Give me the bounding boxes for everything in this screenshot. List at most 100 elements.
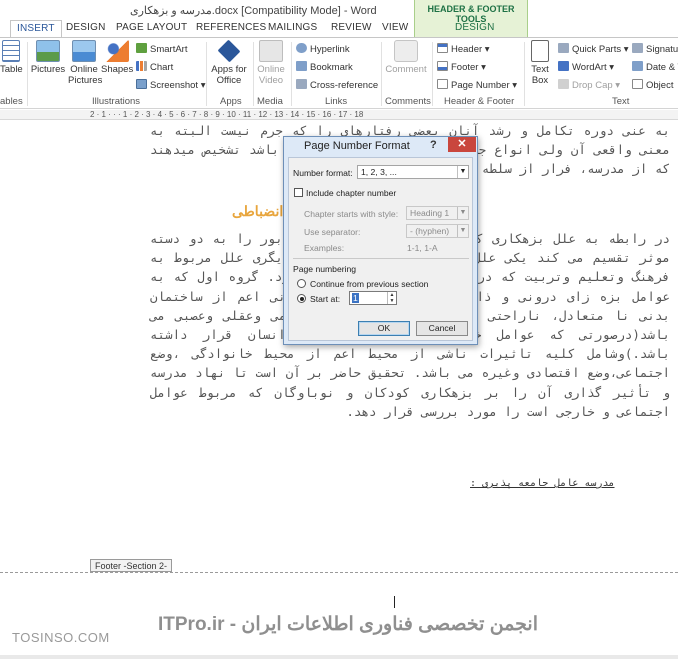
footer-label: Footer (451, 62, 479, 73)
signature-icon (632, 43, 643, 53)
page-number-format-dialog: Page Number Format ? ✕ Number format: 1,… (283, 136, 478, 345)
text-box-icon (531, 40, 549, 62)
header-button[interactable]: Header ▾ (437, 43, 490, 55)
chart-button[interactable]: Chart (136, 61, 173, 73)
cross-reference-button[interactable]: Cross-reference (296, 79, 378, 91)
date-time-button[interactable]: Date & T (632, 61, 678, 73)
window-title: مدرسه و بزهکاری.docx [Compatibility Mode… (130, 5, 377, 17)
smartart-button[interactable]: SmartArt (136, 43, 187, 55)
quick-parts-button[interactable]: Quick Parts ▾ (558, 43, 629, 55)
chapter-style-select[interactable]: Heading 1 ▼ (406, 206, 469, 220)
spinner-arrows-icon[interactable]: ▲ ▼ (387, 292, 396, 304)
tab-references[interactable]: REFERENCES (196, 22, 266, 33)
separator-value: - (hyphen) (410, 226, 450, 236)
cancel-button[interactable]: Cancel (416, 321, 468, 336)
page-numbering-label: Page numbering (293, 264, 357, 274)
online-pictures-button[interactable]: Online Pictures (68, 40, 103, 86)
horizontal-ruler[interactable]: 2 · 1 · · · 1 · 2 · 3 · 4 · 5 · 6 · 7 · … (0, 110, 678, 120)
shapes-label: Shapes (101, 64, 134, 75)
chevron-down-icon: ▼ (457, 166, 468, 178)
signature-button[interactable]: Signatu (632, 43, 678, 55)
drop-cap-button[interactable]: Drop Cap ▾ (558, 79, 620, 91)
drop-cap-icon (558, 79, 569, 89)
apps-label: Apps for Office (211, 64, 247, 86)
ribbon: Table ables Pictures Online Pictures Sha… (0, 37, 678, 109)
examples-value: 1-1, 1-A (407, 243, 438, 253)
examples-label: Examples: (304, 243, 345, 253)
pictures-button[interactable]: Pictures (30, 40, 66, 75)
help-icon[interactable]: ? (430, 139, 437, 151)
include-chapter-checkbox[interactable] (294, 188, 303, 197)
text-box-button[interactable]: Text Box (526, 40, 554, 86)
online-pictures-label: Online Pictures (68, 64, 103, 86)
wordart-button[interactable]: WordArt ▾ (558, 61, 614, 73)
table-button[interactable]: Table (0, 40, 23, 75)
header-footer-group-label: Header & Footer (444, 96, 515, 107)
watermark-itpro: ITPro.ir - انجمن تخصصی فناوری اطلاعات ای… (158, 614, 539, 635)
continue-label: Continue from previous section (310, 279, 429, 289)
bookmark-button[interactable]: Bookmark (296, 61, 353, 73)
start-at-radio[interactable] (297, 294, 306, 303)
online-video-label: Online Video (257, 64, 285, 86)
hyperlink-label: Hyperlink (310, 44, 350, 55)
ok-button[interactable]: OK (358, 321, 410, 336)
quick-parts-icon (558, 43, 569, 53)
start-at-value: 1 (352, 293, 359, 303)
wordart-label: WordArt (572, 62, 607, 73)
start-at-input[interactable]: 1 ▲ ▼ (349, 291, 397, 305)
shapes-button[interactable]: Shapes (101, 40, 133, 75)
tab-view[interactable]: VIEW (382, 22, 408, 33)
table-icon (2, 40, 20, 62)
object-icon (632, 79, 643, 89)
tab-mailings[interactable]: MAILINGS (268, 22, 317, 33)
cross-reference-icon (296, 79, 307, 89)
chart-icon (136, 61, 147, 71)
use-separator-label: Use separator: (304, 227, 361, 237)
comment-button[interactable]: Comment (384, 40, 428, 75)
drop-cap-label: Drop Cap (572, 80, 613, 91)
tab-insert[interactable]: INSERT (10, 20, 62, 38)
ribbon-tabs: INSERT DESIGN PAGE LAYOUT REFERENCES MAI… (0, 20, 678, 38)
apps-icon (217, 39, 241, 63)
page-number-label: Page Number (451, 80, 510, 91)
footer-button[interactable]: Footer ▾ (437, 61, 486, 73)
number-format-label: Number format: (293, 168, 353, 178)
start-at-label: Start at: (310, 294, 341, 304)
status-strip (0, 655, 678, 659)
separator-select[interactable]: - (hyphen) ▼ (406, 224, 469, 238)
text-box-label: Text Box (531, 64, 549, 86)
dialog-titlebar[interactable]: Page Number Format ? ✕ (284, 137, 477, 155)
close-button[interactable]: ✕ (448, 137, 476, 152)
tables-group-label: ables (0, 96, 23, 107)
hyperlink-icon (296, 43, 307, 53)
document-subheading: مدرسه عامل جامعه پذیری : (470, 478, 615, 489)
tab-review[interactable]: REVIEW (331, 22, 372, 33)
online-video-button[interactable]: Online Video (255, 40, 287, 86)
object-button[interactable]: Object (632, 79, 673, 91)
chevron-down-icon: ▼ (457, 225, 468, 237)
dialog-title: Page Number Format (304, 140, 410, 152)
screenshot-label: Screenshot (150, 80, 199, 91)
table-label: Table (0, 64, 23, 75)
quick-parts-label: Quick Parts (572, 44, 622, 55)
wordart-icon (558, 61, 569, 71)
text-group-label: Text (612, 96, 630, 107)
bookmark-icon (296, 61, 307, 71)
comment-label: Comment (385, 64, 427, 75)
tab-page-layout[interactable]: PAGE LAYOUT (116, 22, 187, 33)
page-number-button[interactable]: Page Number ▾ (437, 79, 517, 91)
chevron-down-icon: ▼ (457, 207, 468, 219)
tab-design[interactable]: DESIGN (66, 22, 106, 33)
number-format-select[interactable]: 1, 2, 3, ... ▼ (357, 165, 469, 179)
apps-for-office-button[interactable]: Apps for Office (209, 39, 249, 86)
tab-hf-design[interactable]: DESIGN (455, 22, 495, 33)
include-chapter-label: Include chapter number (306, 188, 397, 198)
date-time-icon (632, 61, 643, 71)
hyperlink-button[interactable]: Hyperlink (296, 43, 350, 55)
divider (293, 258, 469, 259)
smartart-icon (136, 43, 147, 53)
screenshot-button[interactable]: Screenshot ▾ (136, 79, 205, 91)
text-cursor (394, 596, 395, 608)
continue-radio[interactable] (297, 279, 306, 288)
screenshot-icon (136, 79, 147, 89)
